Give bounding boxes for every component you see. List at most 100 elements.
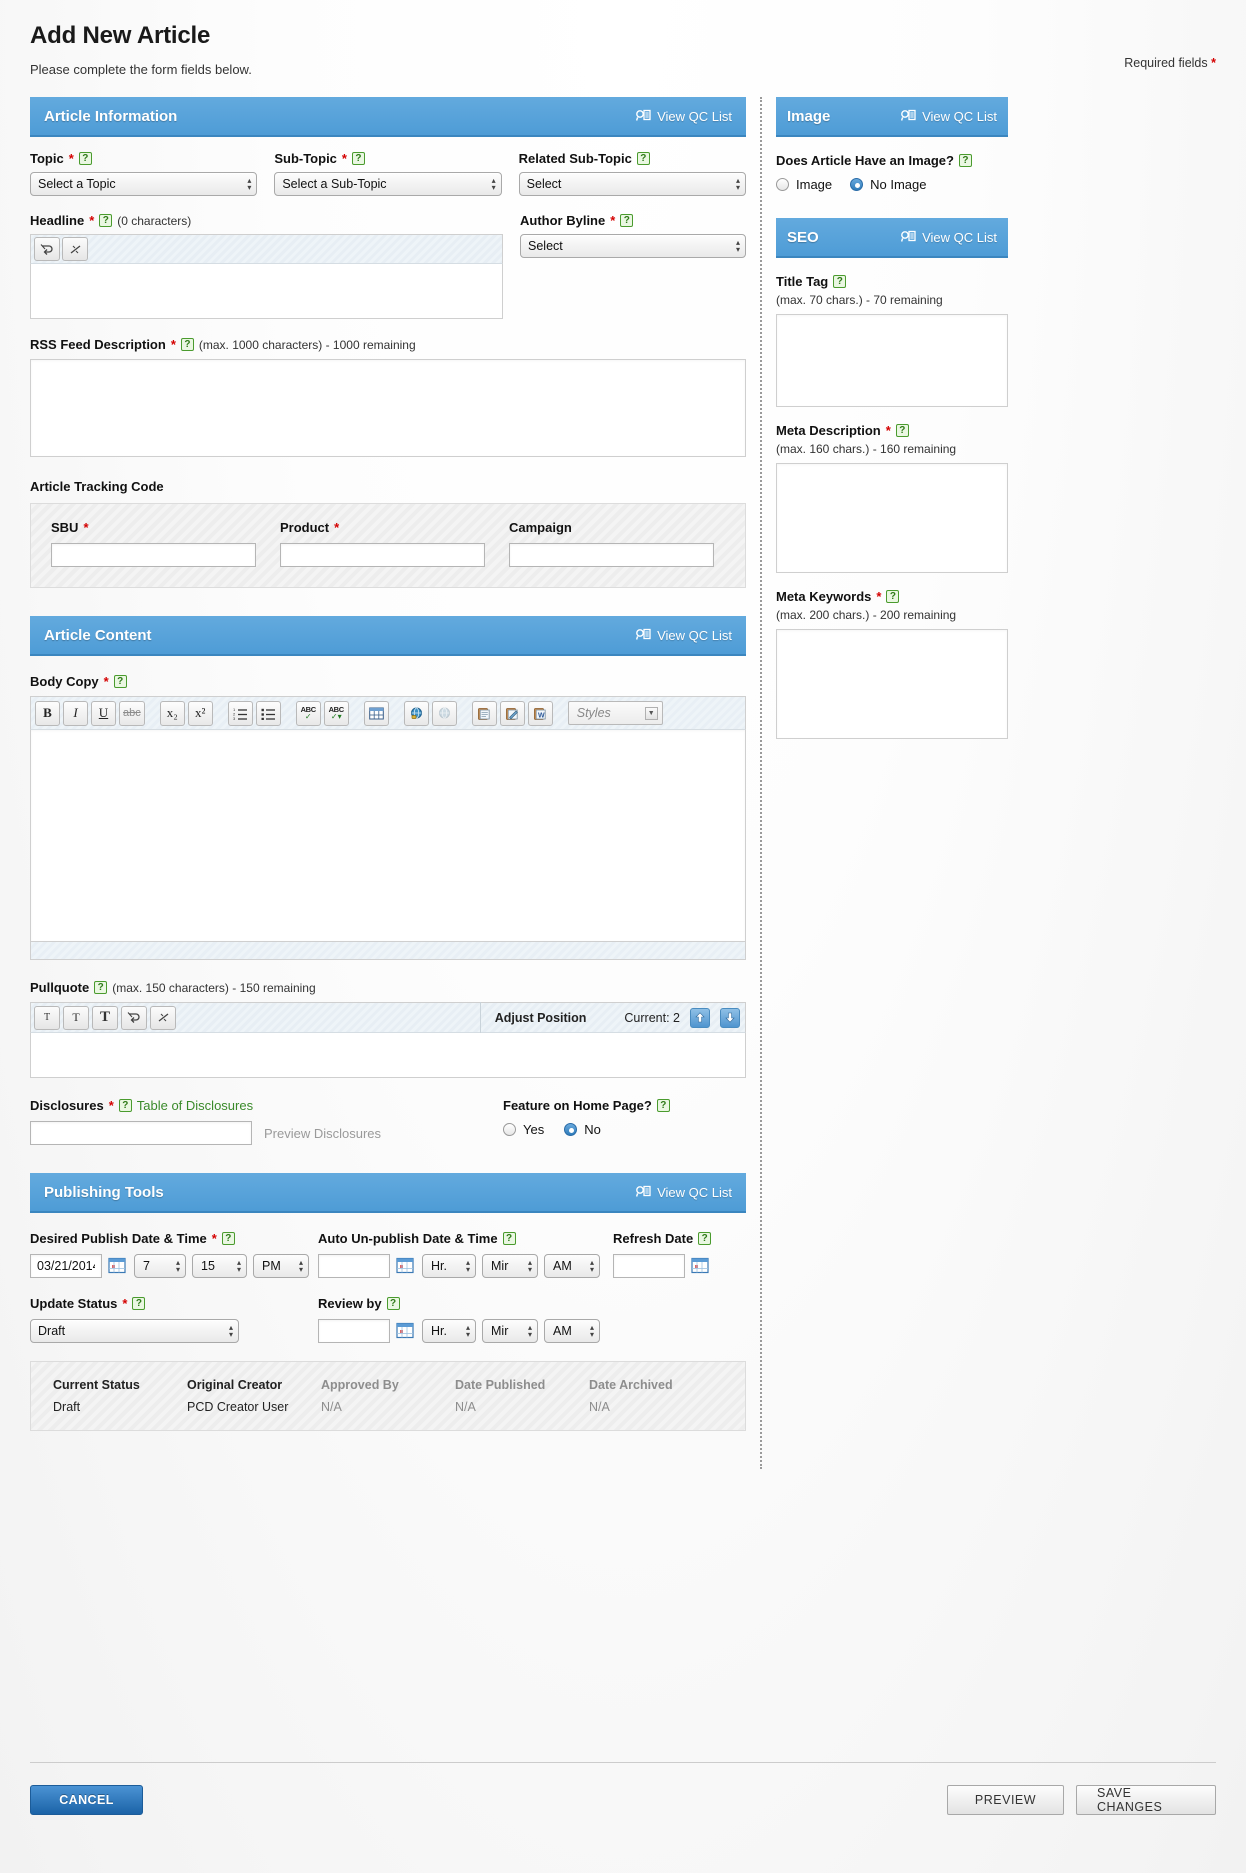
product-input[interactable] — [280, 543, 485, 567]
review-by-meridiem-select[interactable]: AM — [544, 1319, 600, 1343]
pullquote-input[interactable] — [30, 1033, 746, 1078]
move-up-button[interactable] — [690, 1007, 710, 1028]
help-icon[interactable]: ? — [620, 214, 634, 227]
review-by-minute-select[interactable]: Mir — [482, 1319, 538, 1343]
auto-unpublish-date-input[interactable] — [318, 1254, 390, 1278]
bulleted-list-icon[interactable] — [255, 700, 281, 726]
topic-select[interactable]: Select a Topic — [30, 172, 258, 196]
help-icon[interactable]: ? — [895, 424, 909, 437]
author-byline-select[interactable]: Select — [520, 234, 746, 258]
feature-home-label-group: Feature on Home Page? ? — [503, 1098, 743, 1113]
help-icon[interactable]: ? — [113, 675, 127, 688]
calendar-icon[interactable] — [396, 1256, 416, 1276]
body-copy-textarea[interactable] — [30, 730, 746, 942]
text-large-icon[interactable]: T — [92, 1005, 118, 1030]
styles-dropdown[interactable]: Styles ▼ — [567, 701, 663, 725]
paste-from-word-icon[interactable]: W — [527, 700, 553, 726]
view-qc-list-seo[interactable]: View QC List — [901, 230, 997, 245]
view-qc-list-image[interactable]: View QC List — [901, 109, 997, 124]
unlink-icon[interactable] — [431, 700, 457, 726]
table-of-disclosures-link[interactable]: Table of Disclosures — [137, 1098, 253, 1113]
help-icon[interactable]: ? — [78, 152, 92, 165]
numbered-list-icon[interactable]: 1 2 3 — [227, 700, 253, 726]
help-icon[interactable]: ? — [698, 1232, 712, 1245]
article-information-title: Article Information — [44, 107, 178, 125]
help-icon[interactable]: ? — [180, 338, 194, 351]
view-qc-list-article-content[interactable]: View QC List — [636, 628, 732, 643]
help-icon[interactable]: ? — [502, 1232, 516, 1245]
calendar-icon[interactable] — [396, 1321, 416, 1341]
subscript-icon[interactable]: x₂ — [159, 700, 185, 726]
help-icon[interactable]: ? — [386, 1297, 400, 1310]
campaign-input[interactable] — [509, 543, 714, 567]
view-qc-list-article-information[interactable]: View QC List — [636, 109, 732, 124]
desired-publish-controls: 7 15 PM — [30, 1254, 318, 1278]
disclosures-field: Disclosures * ? Table of Disclosures Prev… — [30, 1098, 503, 1145]
help-icon[interactable]: ? — [656, 1099, 670, 1112]
headline-input[interactable] — [30, 264, 503, 319]
undo-typing-icon[interactable] — [121, 1005, 147, 1030]
rss-textarea[interactable] — [30, 359, 746, 457]
italic-icon[interactable]: I — [63, 700, 88, 726]
preview-button[interactable]: PREVIEW — [947, 1785, 1064, 1815]
bold-icon[interactable]: B — [35, 700, 60, 726]
help-icon[interactable]: ? — [351, 152, 365, 165]
superscript-icon[interactable]: x² — [187, 700, 213, 726]
help-icon[interactable]: ? — [221, 1232, 235, 1245]
update-status-select[interactable]: Draft — [30, 1319, 239, 1343]
sbu-input[interactable] — [51, 543, 256, 567]
review-by-hour-select[interactable]: Hr. — [422, 1319, 476, 1343]
desired-publish-minute-select[interactable]: 15 — [192, 1254, 247, 1278]
help-icon[interactable]: ? — [99, 214, 113, 227]
desired-publish-date-input[interactable] — [30, 1254, 102, 1278]
image-option-no-image[interactable]: No Image — [850, 177, 927, 192]
help-icon[interactable]: ? — [636, 152, 650, 165]
feature-home-no[interactable]: No — [564, 1122, 601, 1137]
sub-topic-select[interactable]: Select a Sub-Topic — [274, 172, 502, 196]
help-icon[interactable]: ? — [886, 590, 900, 603]
page-title: Add New Article — [30, 22, 211, 49]
auto-unpublish-meridiem-wrap: AM — [544, 1254, 600, 1278]
auto-unpublish-minute-select[interactable]: Mir — [482, 1254, 538, 1278]
link-icon[interactable] — [403, 700, 429, 726]
save-changes-button[interactable]: SAVE CHANGES — [1076, 1785, 1216, 1815]
cancel-button[interactable]: CANCEL — [30, 1785, 143, 1815]
underline-icon[interactable]: U — [91, 700, 116, 726]
preview-disclosures-label[interactable]: Preview Disclosures — [264, 1126, 381, 1141]
help-icon[interactable]: ? — [833, 275, 847, 288]
feature-home-yes[interactable]: Yes — [503, 1122, 544, 1137]
related-sub-topic-label: Related Sub-Topic — [518, 151, 632, 166]
title-tag-textarea[interactable] — [776, 314, 1008, 407]
auto-unpublish-hour-select[interactable]: Hr. — [422, 1254, 476, 1278]
help-icon[interactable]: ? — [94, 981, 108, 994]
calendar-icon[interactable] — [108, 1256, 128, 1276]
text-medium-icon[interactable]: T — [63, 1005, 89, 1030]
help-icon[interactable]: ? — [132, 1297, 146, 1310]
arrow-up-icon — [695, 1012, 705, 1023]
help-icon[interactable]: ? — [958, 154, 972, 167]
image-option-image[interactable]: Image — [776, 177, 832, 192]
view-qc-list-publishing-tools[interactable]: View QC List — [636, 1185, 732, 1200]
related-sub-topic-select[interactable]: Select — [518, 172, 746, 196]
review-by-date-input[interactable] — [318, 1319, 390, 1343]
spell-check-options-icon[interactable]: ABC ✓▾ — [323, 700, 349, 726]
strikethrough-icon[interactable]: abc — [119, 700, 145, 726]
move-down-button[interactable] — [720, 1007, 740, 1028]
disclosures-input[interactable] — [30, 1121, 252, 1145]
auto-unpublish-meridiem-select[interactable]: AM — [544, 1254, 600, 1278]
desired-publish-meridiem-select[interactable]: PM — [253, 1254, 309, 1278]
remove-formatting-icon[interactable] — [62, 237, 88, 261]
spell-check-icon[interactable]: ABC ✓ — [295, 700, 321, 726]
table-icon[interactable] — [363, 700, 389, 726]
text-small-icon[interactable]: T — [34, 1005, 60, 1030]
paste-icon[interactable] — [471, 700, 497, 726]
desired-publish-hour-select[interactable]: 7 — [134, 1254, 186, 1278]
refresh-date-input[interactable] — [613, 1254, 685, 1278]
paste-text-icon[interactable] — [499, 700, 525, 726]
meta-keywords-textarea[interactable] — [776, 629, 1008, 739]
undo-typing-icon[interactable] — [34, 237, 60, 261]
meta-description-textarea[interactable] — [776, 463, 1008, 573]
help-icon[interactable]: ? — [118, 1099, 132, 1112]
calendar-icon[interactable] — [691, 1256, 711, 1276]
remove-formatting-icon[interactable] — [150, 1005, 176, 1030]
